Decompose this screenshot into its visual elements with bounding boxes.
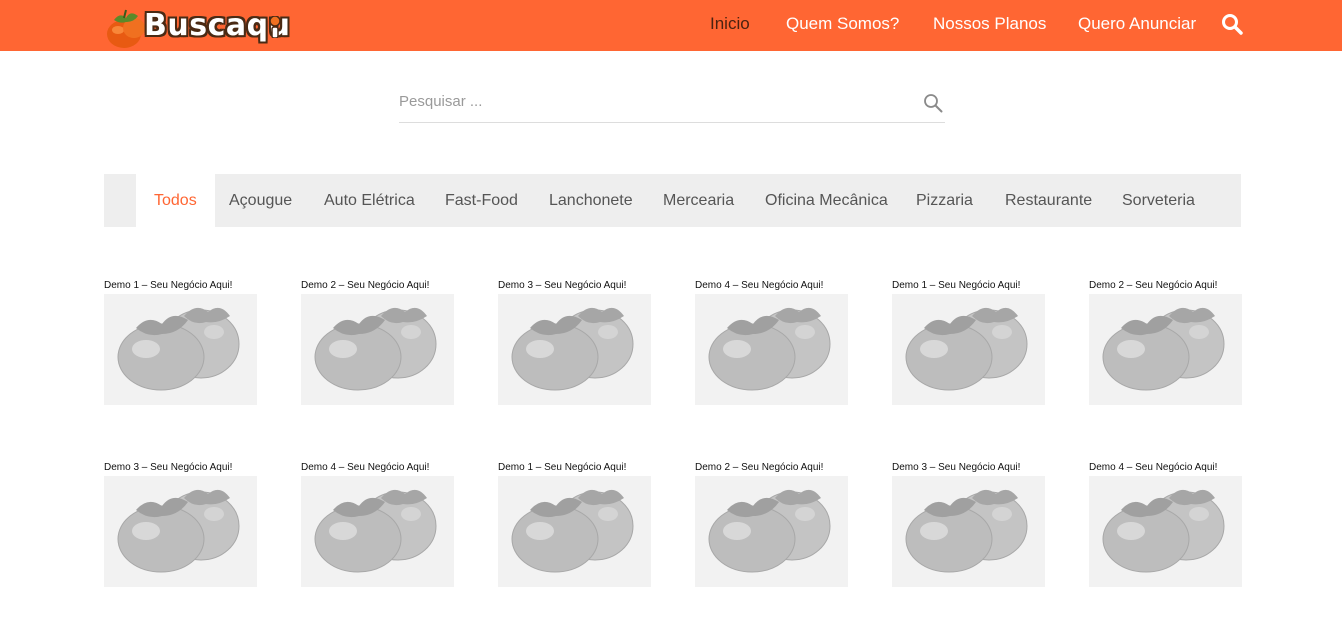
search-icon[interactable] [1221, 13, 1243, 35]
listing-placeholder-image[interactable] [1089, 294, 1242, 405]
nav-nossos-planos[interactable]: Nossos Planos [933, 14, 1046, 34]
filter-sorveteria[interactable]: Sorveteria [1122, 174, 1195, 227]
search-bar [399, 83, 945, 123]
category-filters: Todos Açougue Auto Elétrica Fast-Food La… [104, 174, 1241, 227]
nav-quero-anunciar[interactable]: Quero Anunciar [1078, 14, 1196, 34]
listing-title[interactable]: Demo 3 – Seu Negócio Aqui! [892, 462, 1020, 473]
listing-title[interactable]: Demo 3 – Seu Negócio Aqui! [498, 280, 626, 291]
filter-mercearia[interactable]: Mercearia [663, 174, 734, 227]
listing-placeholder-image[interactable] [695, 476, 848, 587]
listing-placeholder-image[interactable] [104, 476, 257, 587]
search-icon[interactable] [923, 93, 943, 113]
listing-placeholder-image[interactable] [498, 476, 651, 587]
nav-inicio[interactable]: Inicio [710, 14, 750, 34]
site-header: Buscaqu Inicio Quem Somos? Nossos Planos… [0, 0, 1342, 51]
filter-fast-food[interactable]: Fast-Food [445, 174, 518, 227]
listing-placeholder-image[interactable] [301, 294, 454, 405]
listing-title[interactable]: Demo 2 – Seu Negócio Aqui! [695, 462, 823, 473]
filter-acougue[interactable]: Açougue [229, 174, 292, 227]
listing-title[interactable]: Demo 1 – Seu Negócio Aqui! [498, 462, 626, 473]
listing-placeholder-image[interactable] [498, 294, 651, 405]
listing-placeholder-image[interactable] [892, 294, 1045, 405]
filter-auto-eletrica[interactable]: Auto Elétrica [324, 174, 415, 227]
filter-lanchonete[interactable]: Lanchonete [549, 174, 633, 227]
nav-quem-somos[interactable]: Quem Somos? [786, 14, 899, 34]
logo-i-icon [269, 16, 281, 38]
listing-placeholder-image[interactable] [1089, 476, 1242, 587]
listing-title[interactable]: Demo 2 – Seu Negócio Aqui! [1089, 280, 1217, 291]
listing-title[interactable]: Demo 1 – Seu Negócio Aqui! [892, 280, 1020, 291]
listing-title[interactable]: Demo 4 – Seu Negócio Aqui! [695, 280, 823, 291]
site-logo[interactable]: Buscaqu [104, 2, 290, 50]
listing-placeholder-image[interactable] [695, 294, 848, 405]
filter-restaurante[interactable]: Restaurante [1005, 174, 1092, 227]
listing-placeholder-image[interactable] [104, 294, 257, 405]
filter-todos[interactable]: Todos [136, 174, 215, 227]
listing-title[interactable]: Demo 4 – Seu Negócio Aqui! [1089, 462, 1217, 473]
persimmon-logo-icon [107, 9, 145, 48]
listing-placeholder-image[interactable] [892, 476, 1045, 587]
listing-placeholder-image[interactable] [301, 476, 454, 587]
listing-title[interactable]: Demo 2 – Seu Negócio Aqui! [301, 280, 429, 291]
listing-title[interactable]: Demo 3 – Seu Negócio Aqui! [104, 462, 232, 473]
filter-oficina-mecanica[interactable]: Oficina Mecânica [765, 174, 888, 227]
filter-pizzaria[interactable]: Pizzaria [916, 174, 973, 227]
listing-title[interactable]: Demo 4 – Seu Negócio Aqui! [301, 462, 429, 473]
search-input[interactable] [399, 91, 899, 111]
listing-title[interactable]: Demo 1 – Seu Negócio Aqui! [104, 280, 232, 291]
